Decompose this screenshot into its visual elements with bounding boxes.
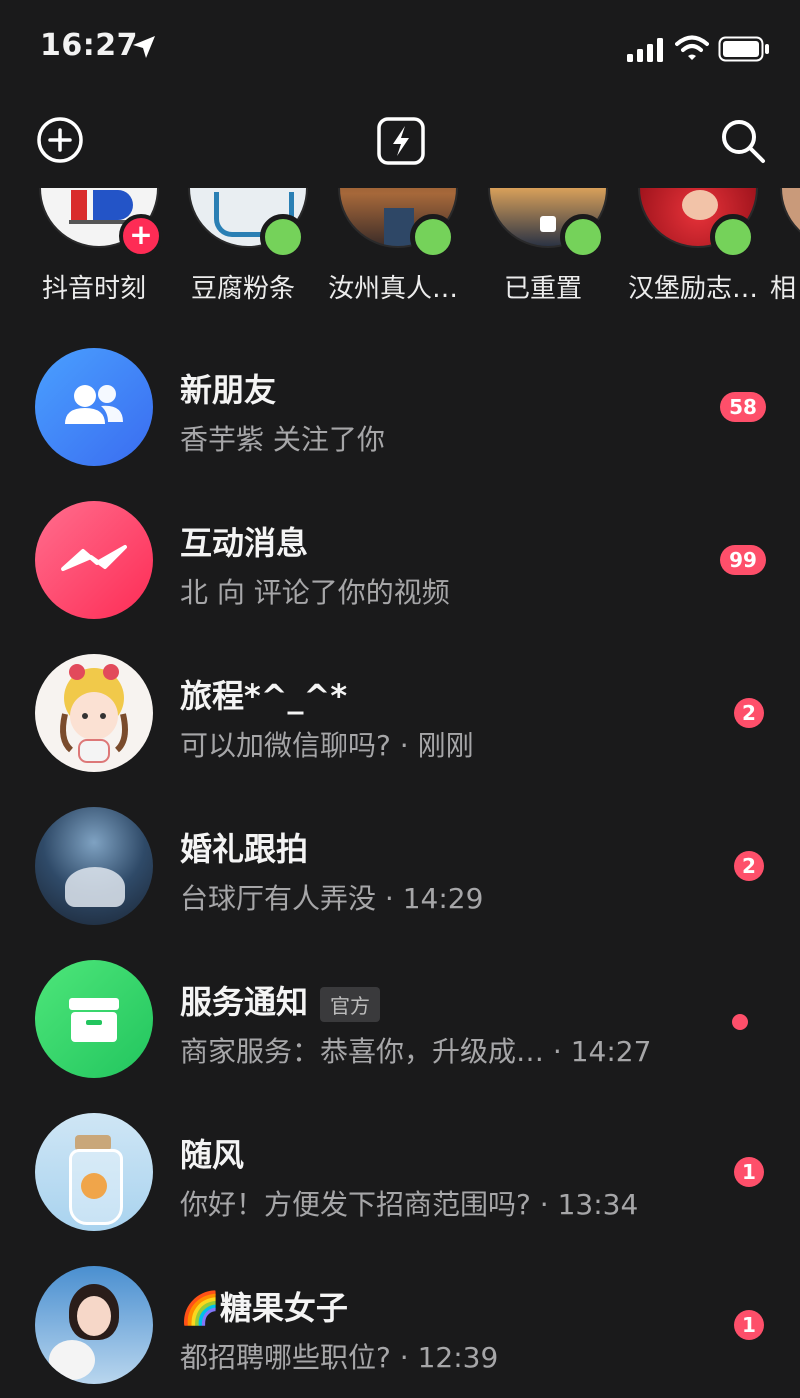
add-story-icon[interactable]: + [119,214,163,258]
unread-badge: 58 [720,392,766,422]
message-preview: 北 向 评论了你的视频 [180,576,450,609]
unread-badge: 1 [734,1310,764,1340]
friends-icon [65,385,123,424]
online-status-icon [410,214,456,260]
add-circle-icon[interactable] [36,116,86,166]
story-label: 汝州真人… [327,274,458,304]
message-row-interactions[interactable]: 互动消息 北 向 评论了你的视频 99 [0,483,800,633]
message-preview: 都招聘哪些职位? · 12:39 [180,1341,499,1374]
story-item[interactable]: 已重置 [468,188,618,308]
message-preview: 可以加微信聊吗? · 刚刚 [180,729,474,762]
message-name-text: 服务通知 [180,983,309,1021]
user-avatar [35,1266,153,1384]
message-preview: 你好！方便发下招商范围吗? · 13:34 [180,1188,639,1221]
unread-badge: 2 [734,698,764,728]
inbox-box-icon [69,998,119,1042]
story-item[interactable]: 汝州真人… [318,188,468,308]
online-status-icon [710,214,756,260]
online-status-icon [560,214,606,260]
unread-badge: 2 [734,851,764,881]
message-row-service-notice[interactable]: 服务通知 官方 商家服务：恭喜你，升级成… · 14:27 [0,942,800,1092]
story-label: 汉堡励志… [627,274,758,304]
message-row-new-friends[interactable]: 新朋友 香芋紫 关注了你 58 [0,330,800,480]
cellular-signal-icon [627,38,663,62]
story-label: 抖音时刻 [41,274,146,304]
search-icon[interactable] [718,116,768,166]
story-item[interactable]: 相 [768,188,800,308]
message-row[interactable]: 旅程*^_^* 可以加微信聊吗? · 刚刚 2 [0,636,800,786]
story-item[interactable]: 豆腐粉条 [168,188,318,308]
story-item[interactable]: + 抖音时刻 [19,188,169,308]
wifi-icon [675,35,709,60]
stories-row: + 抖音时刻 豆腐粉条 汝州真人… 已重置 汉堡励志… 相 [0,188,800,308]
message-name: 婚礼跟拍 [180,830,309,868]
message-preview: 商家服务：恭喜你，升级成… · 14:27 [180,1035,652,1068]
unread-badge: 99 [720,545,766,575]
status-bar: 16:27 [0,0,800,100]
message-preview: 台球厅有人弄没 · 14:29 [180,882,484,915]
battery-icon [718,36,769,62]
message-name: 随风 [180,1136,245,1174]
online-status-icon [260,214,306,260]
user-avatar [35,654,153,772]
message-name: 服务通知 官方 [180,977,381,1023]
message-name: 旅程*^_^* [180,677,348,715]
message-row[interactable]: 随风 你好！方便发下招商范围吗? · 13:34 1 [0,1095,800,1245]
interactions-avatar [35,501,153,619]
cartoon-girl-icon [60,664,128,763]
messenger-bolt-icon [61,545,127,571]
location-arrow-icon [133,36,155,58]
user-avatar [35,1113,153,1231]
story-item[interactable]: 汉堡励志… [618,188,768,308]
flash-icon[interactable] [376,116,426,166]
message-preview: 香芋紫 关注了你 [180,423,385,456]
message-row[interactable]: 🌈糖果女子 都招聘哪些职位? · 12:39 1 [0,1248,800,1398]
user-avatar [35,807,153,925]
unread-badge: 1 [734,1157,764,1187]
story-label: 相 [770,274,797,304]
unread-dot [732,1014,748,1030]
story-avatar [780,188,800,248]
official-tag: 官方 [320,986,381,1022]
message-name: 互动消息 [180,524,309,562]
message-row[interactable]: 婚礼跟拍 台球厅有人弄没 · 14:29 2 [0,789,800,939]
story-label: 豆腐粉条 [190,274,295,304]
story-label: 已重置 [503,274,582,304]
status-time: 16:27 [40,28,138,63]
message-name: 🌈糖果女子 [180,1289,348,1327]
service-avatar [35,960,153,1078]
new-friends-avatar [35,348,153,466]
message-name: 新朋友 [180,371,277,409]
